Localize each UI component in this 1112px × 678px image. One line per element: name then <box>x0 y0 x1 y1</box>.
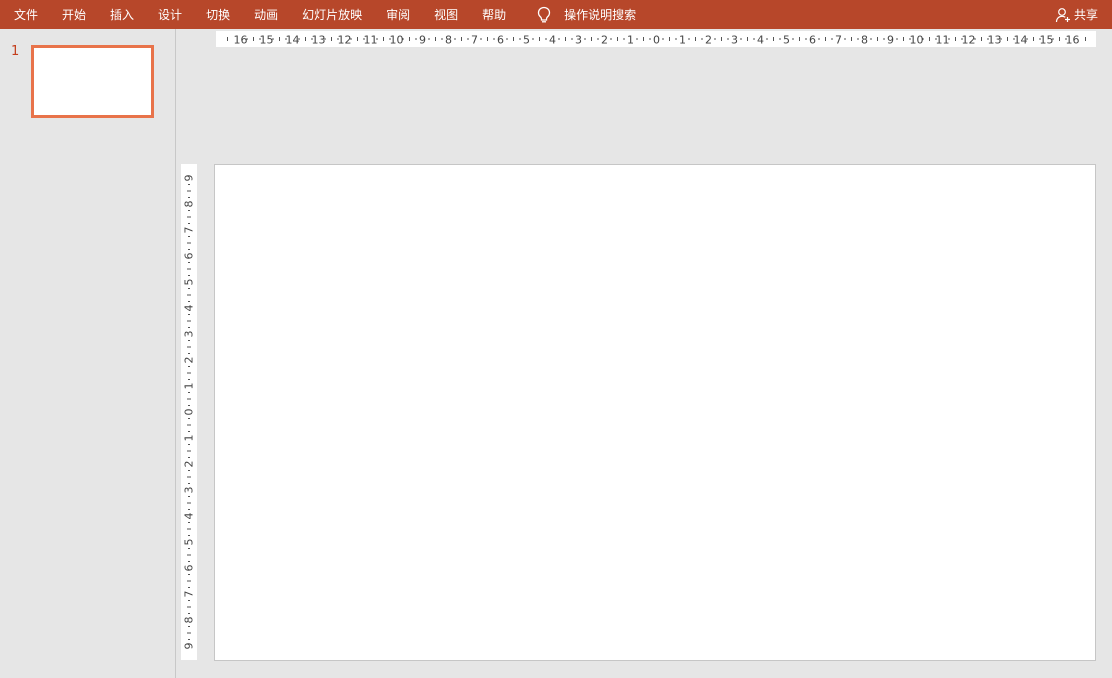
horizontal-ruler-graphic: 16 15 14 13 12 11 10 9 8 7 6 5 4 3 2 1 0 1 2 3 4 5 6 7 8 9 10 11 12 1… <box>227 34 1086 47</box>
ruler-h-label: 1 <box>679 34 686 47</box>
ruler-v-label: 9 <box>183 643 196 650</box>
tab-design[interactable]: 设计 <box>146 0 194 29</box>
tab-view[interactable]: 视图 <box>422 0 470 29</box>
tab-slide-show[interactable]: 幻灯片放映 <box>290 0 374 29</box>
ruler-v-label: 9 <box>183 175 196 182</box>
ruler-h-label: 5 <box>523 34 530 47</box>
ruler-h-label: 7 <box>835 34 842 47</box>
ruler-v-label: 4 <box>183 305 196 312</box>
tell-me-label: 操作说明搜索 <box>564 8 637 22</box>
ruler-v-label: 2 <box>183 461 196 468</box>
ruler-v-label: 3 <box>183 331 196 338</box>
slide-thumbnail[interactable] <box>31 45 154 118</box>
slide-number: 1 <box>11 44 20 59</box>
ruler-h-label: 16 <box>1066 34 1080 47</box>
ruler-h-label: 1 <box>627 34 634 47</box>
slide-canvas[interactable] <box>214 164 1096 661</box>
vertical-ruler-graphic: 9 8 7 6 5 4 3 2 1 0 1 2 3 4 5 6 7 8 9 <box>183 175 196 650</box>
ruler-v-label: 8 <box>183 201 196 208</box>
tab-animations[interactable]: 动画 <box>242 0 290 29</box>
ruler-h-label: 5 <box>783 34 790 47</box>
ruler-h-label: 0 <box>653 34 660 47</box>
tab-insert[interactable]: 插入 <box>98 0 146 29</box>
ruler-h-label: 10 <box>910 34 924 47</box>
ruler-h-label: 11 <box>936 34 950 47</box>
ruler-h-label: 3 <box>731 34 738 47</box>
ruler-v-label: 6 <box>183 253 196 260</box>
ruler-h-label: 15 <box>1040 34 1054 47</box>
ruler-h-label: 6 <box>497 34 504 47</box>
slide-thumbnail-pane: 1 <box>0 29 176 678</box>
ruler-h-label: 2 <box>705 34 712 47</box>
tab-review[interactable]: 审阅 <box>374 0 422 29</box>
ruler-h-label: 4 <box>549 34 556 47</box>
ruler-h-label: 13 <box>312 34 326 47</box>
ruler-h-label: 14 <box>1014 34 1028 47</box>
ruler-h-label: 14 <box>286 34 300 47</box>
ruler-h-label: 9 <box>419 34 426 47</box>
lightbulb-icon <box>536 6 552 24</box>
ruler-h-label: 13 <box>988 34 1002 47</box>
ruler-h-label: 3 <box>575 34 582 47</box>
ruler-h-label: 2 <box>601 34 608 47</box>
tab-file[interactable]: 文件 <box>0 0 50 29</box>
ruler-v-label: 7 <box>183 227 196 234</box>
ribbon-bar: 文件 开始 插入 设计 切换 动画 幻灯片放映 审阅 视图 帮助 操作说明搜索 … <box>0 0 1112 29</box>
ruler-h-label: 11 <box>364 34 378 47</box>
ruler-h-label: 16 <box>234 34 248 47</box>
share-button[interactable]: 共享 <box>1055 0 1098 29</box>
ruler-v-label: 1 <box>183 435 196 442</box>
ruler-v-label: 2 <box>183 357 196 364</box>
ruler-h-label: 12 <box>338 34 352 47</box>
ruler-h-label: 4 <box>757 34 764 47</box>
ruler-v-label: 5 <box>183 539 196 546</box>
share-label: 共享 <box>1073 8 1098 22</box>
ruler-h-label: 15 <box>260 34 274 47</box>
ruler-v-label: 5 <box>183 279 196 286</box>
ruler-v-label: 6 <box>183 565 196 572</box>
ruler-h-label: 8 <box>861 34 868 47</box>
ruler-h-label: 8 <box>445 34 452 47</box>
tell-me-search[interactable]: 操作说明搜索 <box>518 0 636 29</box>
ruler-v-label: 7 <box>183 591 196 598</box>
ruler-h-label: 9 <box>887 34 894 47</box>
vertical-ruler[interactable]: 9 8 7 6 5 4 3 2 1 0 1 2 3 4 5 6 7 8 9 <box>181 164 197 660</box>
ruler-h-label: 7 <box>471 34 478 47</box>
ruler-h-label: 12 <box>962 34 976 47</box>
ruler-v-label: 3 <box>183 487 196 494</box>
tab-home[interactable]: 开始 <box>50 0 98 29</box>
ruler-v-label: 0 <box>183 409 196 416</box>
tab-transitions[interactable]: 切换 <box>194 0 242 29</box>
ruler-h-label: 10 <box>390 34 404 47</box>
horizontal-ruler[interactable]: 16 15 14 13 12 11 10 9 8 7 6 5 4 3 2 1 0 1 2 3 4 5 6 7 8 9 10 11 12 1… <box>216 31 1096 47</box>
ribbon-tabs: 文件 开始 插入 设计 切换 动画 幻灯片放映 审阅 视图 帮助 <box>0 0 518 29</box>
tab-help[interactable]: 帮助 <box>470 0 518 29</box>
ruler-v-label: 8 <box>183 617 196 624</box>
ruler-h-label: 6 <box>809 34 816 47</box>
person-add-icon <box>1055 7 1071 23</box>
ruler-v-label: 4 <box>183 513 196 520</box>
ruler-v-label: 1 <box>183 383 196 390</box>
